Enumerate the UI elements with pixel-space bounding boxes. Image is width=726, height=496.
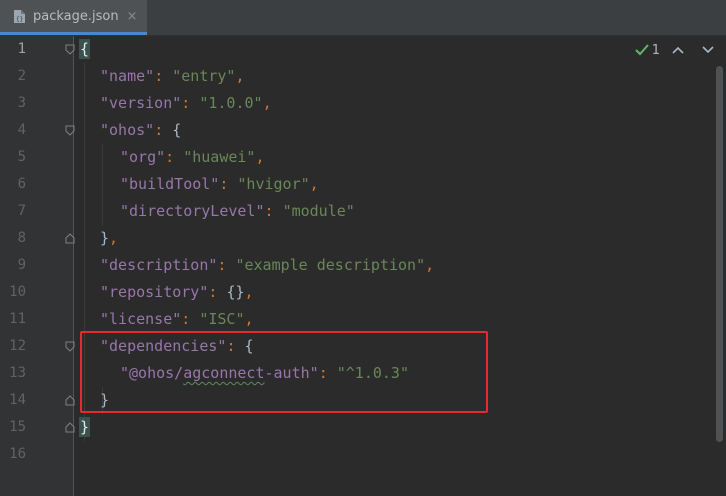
chevron-down-icon[interactable] <box>696 40 720 60</box>
line-number: 4 <box>17 122 26 138</box>
code-line-4: "ohos": { <box>100 117 181 144</box>
code-line-3: "version": "1.0.0", <box>100 90 272 117</box>
json-comma: , <box>244 283 254 301</box>
json-comma: , <box>425 256 435 274</box>
line-number: 10 <box>9 284 26 300</box>
fold-close-icon[interactable] <box>65 395 75 406</box>
code-line-10: "repository": {}, <box>100 279 254 306</box>
json-value: "huawei" <box>183 148 256 166</box>
json-brace: } <box>100 229 110 247</box>
json-comma: , <box>235 67 245 85</box>
json-brace: } <box>78 417 91 437</box>
line-number: 9 <box>17 257 26 273</box>
tab-package-json[interactable]: {} package.json × <box>0 0 147 35</box>
code-line-1: { <box>78 36 91 63</box>
line-number: 16 <box>9 446 26 462</box>
code-line-11: "license": "ISC", <box>100 306 254 333</box>
json-value: "ISC" <box>199 310 245 328</box>
line-number: 5 <box>17 149 26 165</box>
json-colon: : <box>264 202 283 220</box>
json-colon: : <box>165 148 184 166</box>
code-line-9: "description": "example description", <box>100 252 434 279</box>
json-colon: : <box>208 283 227 301</box>
check-icon[interactable] <box>634 42 650 58</box>
json-comma: , <box>309 175 319 193</box>
json-comma: , <box>109 229 119 247</box>
code-line-5: "org": "huawei", <box>120 144 265 171</box>
json-key: "description" <box>100 256 218 274</box>
fold-close-icon[interactable] <box>65 233 75 244</box>
chevron-up-icon[interactable] <box>666 40 690 60</box>
code-editor[interactable]: 1 2 3 4 5 6 7 8 9 10 11 12 13 14 15 16 {… <box>0 36 726 496</box>
json-value: "entry" <box>172 67 236 85</box>
indent-guide <box>102 144 103 225</box>
json-comma: , <box>255 148 265 166</box>
json-value: "1.0.0" <box>199 94 263 112</box>
line-number: 14 <box>9 392 26 408</box>
json-brace: { <box>78 39 91 59</box>
line-number: 2 <box>17 68 26 84</box>
close-icon[interactable]: × <box>127 9 138 24</box>
line-number: 13 <box>9 365 26 381</box>
fold-open-icon[interactable] <box>65 44 75 55</box>
json-empty-object: {} <box>226 283 245 301</box>
code-line-15: } <box>78 414 91 441</box>
svg-text:{}: {} <box>16 16 23 23</box>
inspection-count: 1 <box>651 42 660 58</box>
json-brace: { <box>172 121 182 139</box>
fold-close-icon[interactable] <box>65 422 75 433</box>
json-key: "license" <box>100 310 182 328</box>
json-colon: : <box>217 256 236 274</box>
dependencies-highlight-box <box>80 331 488 413</box>
json-colon: : <box>181 94 200 112</box>
line-number: 12 <box>9 338 26 354</box>
json-colon: : <box>181 310 200 328</box>
inspection-widget: 1 <box>634 40 720 60</box>
json-key: "ohos" <box>100 121 155 139</box>
line-number: 6 <box>17 176 26 192</box>
json-key: "org" <box>120 148 166 166</box>
json-value: "example description" <box>235 256 426 274</box>
json-value: "module" <box>282 202 355 220</box>
fold-open-icon[interactable] <box>65 341 75 352</box>
line-number: 7 <box>17 203 26 219</box>
vertical-scrollbar[interactable] <box>716 66 723 442</box>
json-key: "directoryLevel" <box>120 202 265 220</box>
code-line-6: "buildTool": "hvigor", <box>120 171 319 198</box>
json-key: "buildTool" <box>120 175 220 193</box>
line-number: 15 <box>9 419 26 435</box>
json-key: "repository" <box>100 283 209 301</box>
json-colon: : <box>219 175 238 193</box>
editor-tab-bar: {} package.json × <box>0 0 726 36</box>
json-file-icon: {} <box>14 9 25 23</box>
line-number: 11 <box>9 311 26 327</box>
fold-open-icon[interactable] <box>65 125 75 136</box>
code-line-8: }, <box>100 225 118 252</box>
code-line-7: "directoryLevel": "module" <box>120 198 355 225</box>
json-comma: , <box>244 310 254 328</box>
json-comma: , <box>262 94 272 112</box>
line-number: 1 <box>17 41 26 57</box>
json-key: "version" <box>100 94 182 112</box>
tab-label: package.json <box>33 8 119 24</box>
line-number: 8 <box>17 230 26 246</box>
json-colon: : <box>154 67 173 85</box>
json-key: "name" <box>100 67 155 85</box>
code-line-2: "name": "entry", <box>100 63 245 90</box>
json-value: "hvigor" <box>237 175 310 193</box>
json-colon: : <box>154 121 173 139</box>
line-number: 3 <box>17 95 26 111</box>
